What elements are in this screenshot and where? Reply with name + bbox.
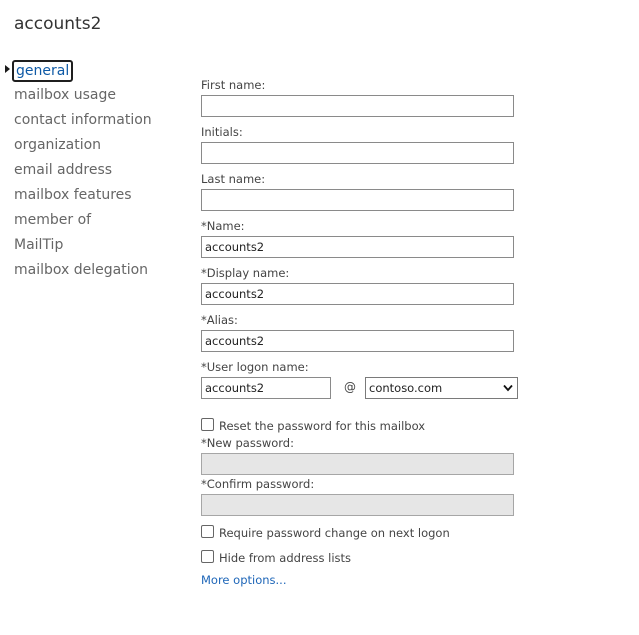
require-password-change-label: Require password change on next logon [219, 526, 450, 540]
new-password-field [201, 453, 514, 475]
user-logon-name-label: *User logon name: [201, 360, 309, 374]
nav-item-member-of[interactable]: member of [14, 210, 91, 230]
nav-item-organization[interactable]: organization [14, 135, 101, 155]
display-name-label: *Display name: [201, 266, 290, 280]
reset-password-checkbox[interactable] [201, 418, 214, 431]
alias-label: *Alias: [201, 313, 238, 327]
require-password-change-checkbox[interactable] [201, 525, 214, 538]
confirm-password-field [201, 494, 514, 516]
domain-select[interactable]: contoso.com [365, 377, 518, 399]
more-options-link[interactable]: More options... [201, 573, 287, 587]
reset-password-label: Reset the password for this mailbox [219, 419, 426, 433]
alias-field[interactable]: accounts2 [201, 330, 514, 352]
first-name-label: First name: [201, 78, 266, 92]
initials-field[interactable] [201, 142, 514, 164]
last-name-field[interactable] [201, 189, 514, 211]
chevron-down-icon [503, 384, 513, 392]
hide-from-address-lists-checkbox[interactable] [201, 550, 214, 563]
first-name-field[interactable] [201, 95, 514, 117]
page-title: accounts2 [14, 14, 102, 34]
user-logon-name-field[interactable]: accounts2 [201, 377, 331, 399]
name-field[interactable]: accounts2 [201, 236, 514, 258]
initials-label: Initials: [201, 125, 243, 139]
domain-select-value: contoso.com [369, 381, 443, 395]
hide-from-address-lists-label: Hide from address lists [219, 551, 352, 565]
new-password-label: *New password: [201, 436, 294, 450]
selection-arrow-icon [5, 65, 10, 73]
display-name-field[interactable]: accounts2 [201, 283, 514, 305]
nav-item-mailtip[interactable]: MailTip [14, 235, 63, 255]
name-label: *Name: [201, 219, 245, 233]
nav-item-contact-information[interactable]: contact information [14, 110, 152, 130]
nav-item-email-address[interactable]: email address [14, 160, 112, 180]
nav-item-mailbox-usage[interactable]: mailbox usage [14, 85, 116, 105]
nav-item-mailbox-delegation[interactable]: mailbox delegation [14, 260, 148, 280]
nav-item-general[interactable]: general [12, 60, 74, 82]
last-name-label: Last name: [201, 172, 266, 186]
confirm-password-label: *Confirm password: [201, 477, 315, 491]
nav-item-mailbox-features[interactable]: mailbox features [14, 185, 132, 205]
at-sign: @ [344, 380, 356, 394]
